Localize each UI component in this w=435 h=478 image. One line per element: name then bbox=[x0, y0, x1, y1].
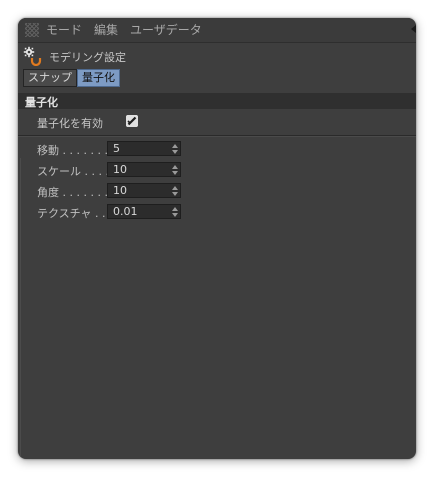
section-header-quantize: 量子化 bbox=[18, 93, 416, 109]
menu-edit[interactable]: 編集 bbox=[94, 22, 118, 38]
angle-stepper-icon[interactable] bbox=[172, 186, 178, 196]
texture-label: テクスチャ . . bbox=[37, 207, 106, 220]
scale-stepper-icon[interactable] bbox=[172, 165, 178, 175]
scale-label: スケール . . . . bbox=[37, 165, 107, 178]
move-value: 5 bbox=[113, 142, 120, 155]
texture-value: 0.01 bbox=[113, 205, 138, 218]
move-label: 移動 . . . . . . . . bbox=[37, 144, 107, 157]
tab-bar: スナップ 量子化 bbox=[23, 69, 120, 87]
gear-magnet-icon bbox=[23, 46, 42, 66]
texture-stepper-icon[interactable] bbox=[172, 207, 178, 217]
angle-label: 角度 . . . . . . . . bbox=[37, 186, 107, 199]
angle-input[interactable]: 10 bbox=[107, 183, 181, 198]
menubar: モード 編集 ユーザデータ bbox=[18, 18, 416, 43]
modeling-settings-window: モード 編集 ユーザデータ モデリング設定 スナップ 量子化 量子化 量子化を有… bbox=[18, 18, 416, 459]
texture-input[interactable]: 0.01 bbox=[107, 204, 181, 219]
menu-mode[interactable]: モード bbox=[46, 22, 82, 38]
move-stepper-icon[interactable] bbox=[172, 144, 178, 154]
menu-user-data[interactable]: ユーザデータ bbox=[130, 22, 202, 38]
enable-quantize-label: 量子化を有効 bbox=[37, 117, 103, 130]
enable-quantize-checkbox[interactable] bbox=[126, 115, 138, 127]
section-title: 量子化 bbox=[25, 96, 58, 109]
menu-expand-arrow-icon[interactable] bbox=[411, 25, 416, 33]
panel-title: モデリング設定 bbox=[49, 51, 126, 64]
drag-grip-icon[interactable] bbox=[25, 23, 39, 37]
section-divider bbox=[18, 135, 416, 137]
tab-snap[interactable]: スナップ bbox=[23, 69, 77, 87]
tab-quantize[interactable]: 量子化 bbox=[77, 69, 120, 87]
scale-input[interactable]: 10 bbox=[107, 162, 181, 177]
panel-left-edge bbox=[20, 158, 21, 458]
move-input[interactable]: 5 bbox=[107, 141, 181, 156]
angle-value: 10 bbox=[113, 184, 127, 197]
scale-value: 10 bbox=[113, 163, 127, 176]
